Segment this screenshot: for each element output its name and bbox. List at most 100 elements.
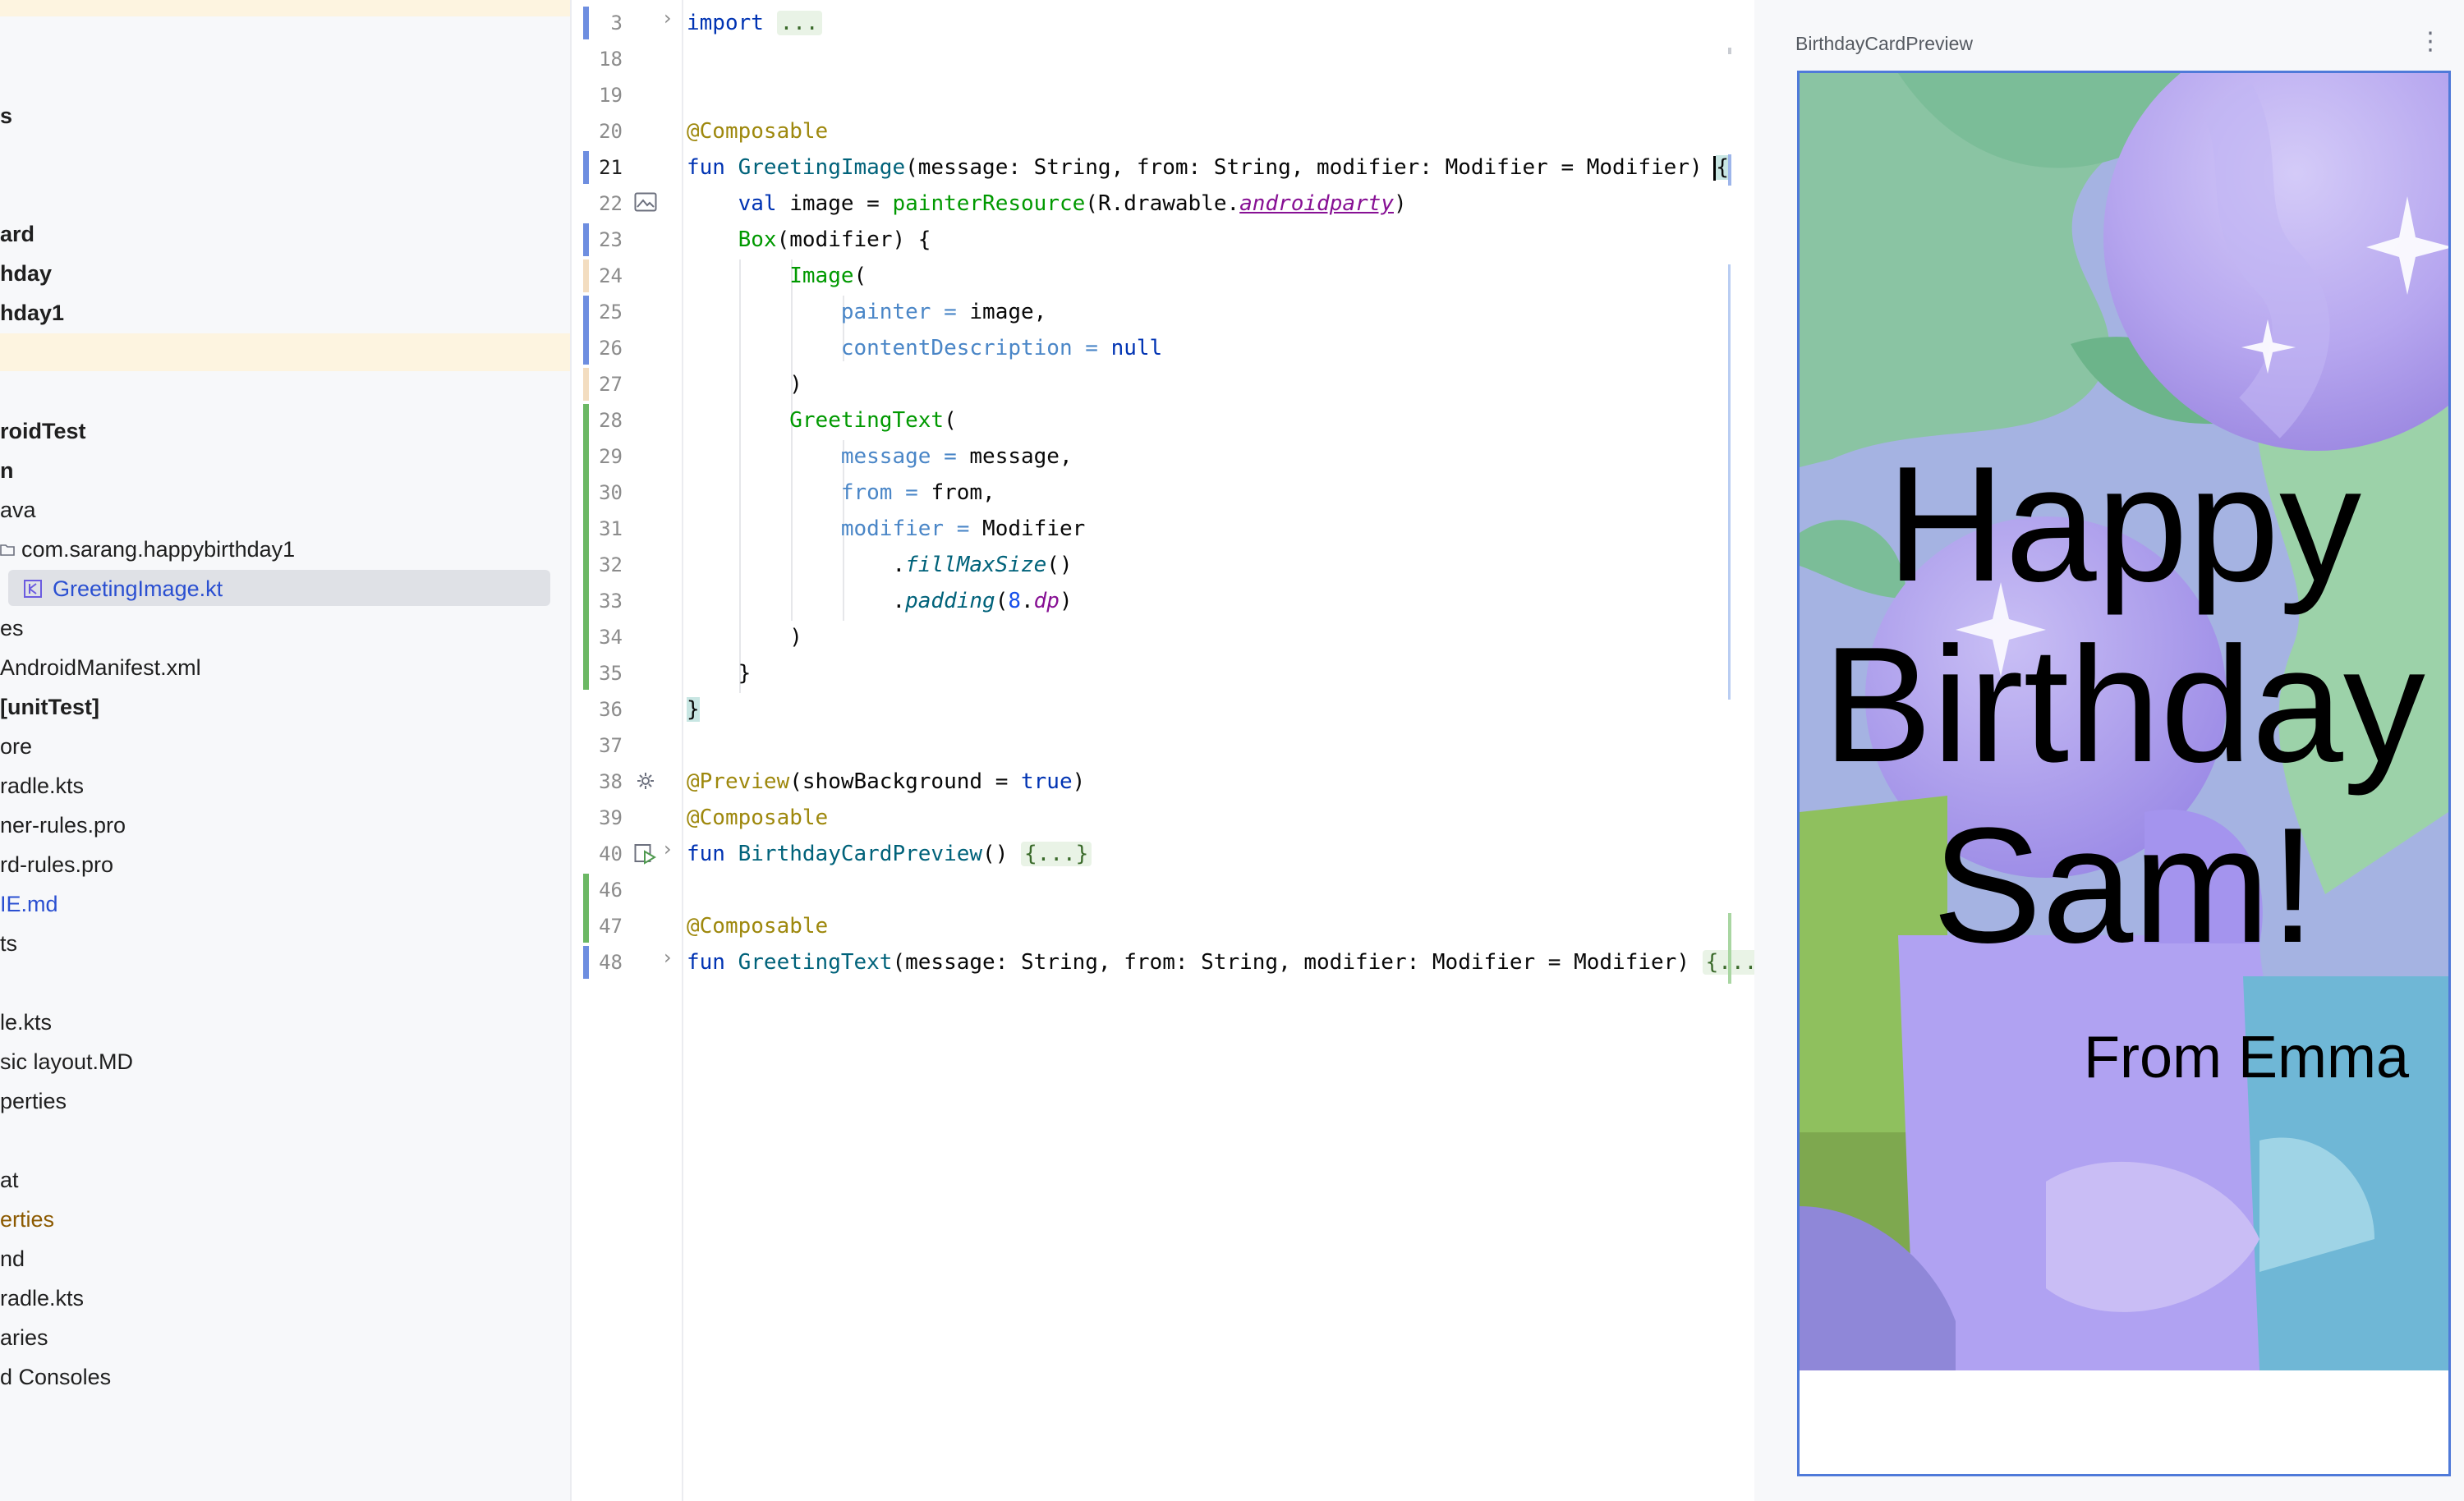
- tree-item[interactable]: nd: [0, 1239, 570, 1278]
- tree-item-label: ner-rules.pro: [0, 813, 126, 838]
- tree-item-package[interactable]: com.sarang.happybirthday1: [0, 530, 570, 569]
- tree-item[interactable]: ner-rules.pro: [0, 806, 570, 845]
- code-line-33[interactable]: .padding(8.dp): [687, 583, 1072, 619]
- tree-item-label: n: [0, 458, 14, 483]
- line-number: 32: [599, 553, 623, 576]
- image-preview-icon[interactable]: [634, 192, 657, 212]
- tree-item[interactable]: AndroidManifest.xml: [0, 648, 570, 687]
- tree-item[interactable]: ore: [0, 727, 570, 766]
- tree-item-greetingimage-kt[interactable]: GreetingImage.kt: [0, 569, 570, 608]
- chevron-right-icon[interactable]: ›: [664, 838, 672, 861]
- code-line-27[interactable]: ): [687, 366, 802, 402]
- line-number: 23: [599, 228, 623, 251]
- tree-item[interactable]: IE.md: [0, 884, 570, 924]
- tree-item[interactable]: roidTest: [0, 411, 570, 451]
- line-number: 24: [599, 264, 623, 287]
- folded-block[interactable]: {...}: [1021, 842, 1092, 866]
- tree-item[interactable]: sic layout.MD: [0, 1042, 570, 1081]
- code-line-26[interactable]: contentDescription = null: [687, 330, 1162, 366]
- tree-item-label: hday: [0, 261, 53, 286]
- tree-item-label: roidTest: [0, 419, 86, 443]
- line-number: 46: [599, 879, 623, 902]
- editor-gutter: 3 18 19 20 21 22 23 24 25 26 27 28 29 30…: [572, 0, 683, 1501]
- code-line-38[interactable]: @Preview(showBackground = true): [687, 764, 1085, 800]
- code-line-29[interactable]: message = message,: [687, 438, 1073, 475]
- tree-item[interactable]: d Consoles: [0, 1357, 570, 1397]
- tree-item[interactable]: radle.kts: [0, 1278, 570, 1318]
- tree-item[interactable]: es: [0, 608, 570, 648]
- gear-icon[interactable]: [636, 771, 655, 791]
- code-line-24[interactable]: Image(: [687, 258, 867, 294]
- code-line-22[interactable]: val image = painterResource(R.drawable.a…: [687, 186, 1407, 222]
- tree-item[interactable]: le.kts: [0, 1003, 570, 1042]
- tree-item[interactable]: perties: [0, 1081, 570, 1121]
- tree-item[interactable]: [unitTest]: [0, 687, 570, 727]
- tree-item[interactable]: erties: [0, 1200, 570, 1239]
- tree-item[interactable]: hday: [0, 254, 570, 293]
- code-line-47[interactable]: @Composable: [687, 908, 828, 944]
- code-line-40[interactable]: fun BirthdayCardPreview() {...}: [687, 836, 1092, 872]
- tree-item-label: s: [0, 103, 13, 128]
- tree-item[interactable]: ts: [0, 924, 570, 963]
- tree-item[interactable]: radle.kts: [0, 766, 570, 806]
- more-options-icon[interactable]: ⋮: [2418, 30, 2443, 54]
- birthday-card-preview[interactable]: Happy Birthday Sam! From Emma: [1797, 71, 2451, 1476]
- code-editor[interactable]: 3 18 19 20 21 22 23 24 25 26 27 28 29 30…: [570, 0, 1761, 1501]
- code-line-28[interactable]: GreetingText(: [687, 402, 957, 438]
- code-line-20[interactable]: @Composable: [687, 113, 828, 149]
- code-line-31[interactable]: modifier = Modifier: [687, 511, 1085, 547]
- tree-item-label: IE.md: [0, 892, 58, 916]
- line-number: 37: [599, 734, 623, 757]
- line-number: 39: [599, 806, 623, 829]
- tree-item-label: perties: [0, 1089, 67, 1113]
- tree-item-label: le.kts: [0, 1010, 53, 1035]
- greeting-line: Happy: [1886, 433, 2362, 616]
- tree-item[interactable]: ava: [0, 490, 570, 530]
- chevron-right-icon[interactable]: ›: [664, 946, 672, 969]
- tree-item[interactable]: hday1: [0, 293, 570, 333]
- code-line-3[interactable]: import ...: [687, 5, 822, 41]
- line-number: 25: [599, 301, 623, 324]
- code-line-21[interactable]: fun GreetingImage(message: String, from:…: [687, 149, 1729, 186]
- tree-highlight-band: [0, 0, 570, 16]
- tree-item-label: es: [0, 616, 24, 640]
- code-line-34[interactable]: ): [687, 619, 802, 655]
- tree-item[interactable]: rd-rules.pro: [0, 845, 570, 884]
- tree-item[interactable]: n: [0, 451, 570, 490]
- tree-item-label: com.sarang.happybirthday1: [21, 537, 296, 562]
- code-line-23[interactable]: Box(modifier) {: [687, 222, 931, 258]
- code-line-25[interactable]: painter = image,: [687, 294, 1046, 330]
- line-number: 27: [599, 373, 623, 396]
- line-number: 28: [599, 409, 623, 432]
- line-number: 36: [599, 698, 623, 721]
- line-number: 30: [599, 481, 623, 504]
- tree-item-label: aries: [0, 1325, 48, 1350]
- package-icon: [0, 544, 15, 556]
- line-number: 20: [599, 120, 623, 143]
- tree-item-label: ore: [0, 734, 33, 759]
- tree-item[interactable]: aries: [0, 1318, 570, 1357]
- chevron-right-icon[interactable]: ›: [664, 7, 672, 30]
- tree-item[interactable]: ard: [0, 214, 570, 254]
- line-number: 18: [599, 48, 623, 71]
- tree-item-label: radle.kts: [0, 773, 85, 798]
- tree-item[interactable]: s: [0, 96, 570, 135]
- scrollbar-marker: [1728, 913, 1731, 984]
- line-number: 34: [599, 626, 623, 649]
- preview-title[interactable]: BirthdayCardPreview: [1795, 33, 1973, 55]
- folded-imports[interactable]: ...: [776, 11, 822, 35]
- code-line-36[interactable]: }: [687, 691, 700, 728]
- code-line-30[interactable]: from = from,: [687, 475, 995, 511]
- code-line-32[interactable]: .fillMaxSize(): [687, 547, 1072, 583]
- tree-item-label: GreetingImage.kt: [53, 576, 223, 601]
- line-number: 31: [599, 517, 623, 540]
- project-tool-window: s ard hday hday1 roidTest n ava com.sara…: [0, 0, 570, 1501]
- line-number: 33: [599, 590, 623, 613]
- tree-item[interactable]: at: [0, 1160, 570, 1200]
- code-line-39[interactable]: @Composable: [687, 800, 828, 836]
- tree-item-label: hday1: [0, 301, 65, 325]
- tree-item-label: rd-rules.pro: [0, 852, 114, 877]
- code-line-35[interactable]: }: [687, 655, 752, 691]
- run-preview-icon[interactable]: [634, 843, 657, 865]
- code-line-48[interactable]: fun GreetingText(message: String, from: …: [687, 944, 1761, 980]
